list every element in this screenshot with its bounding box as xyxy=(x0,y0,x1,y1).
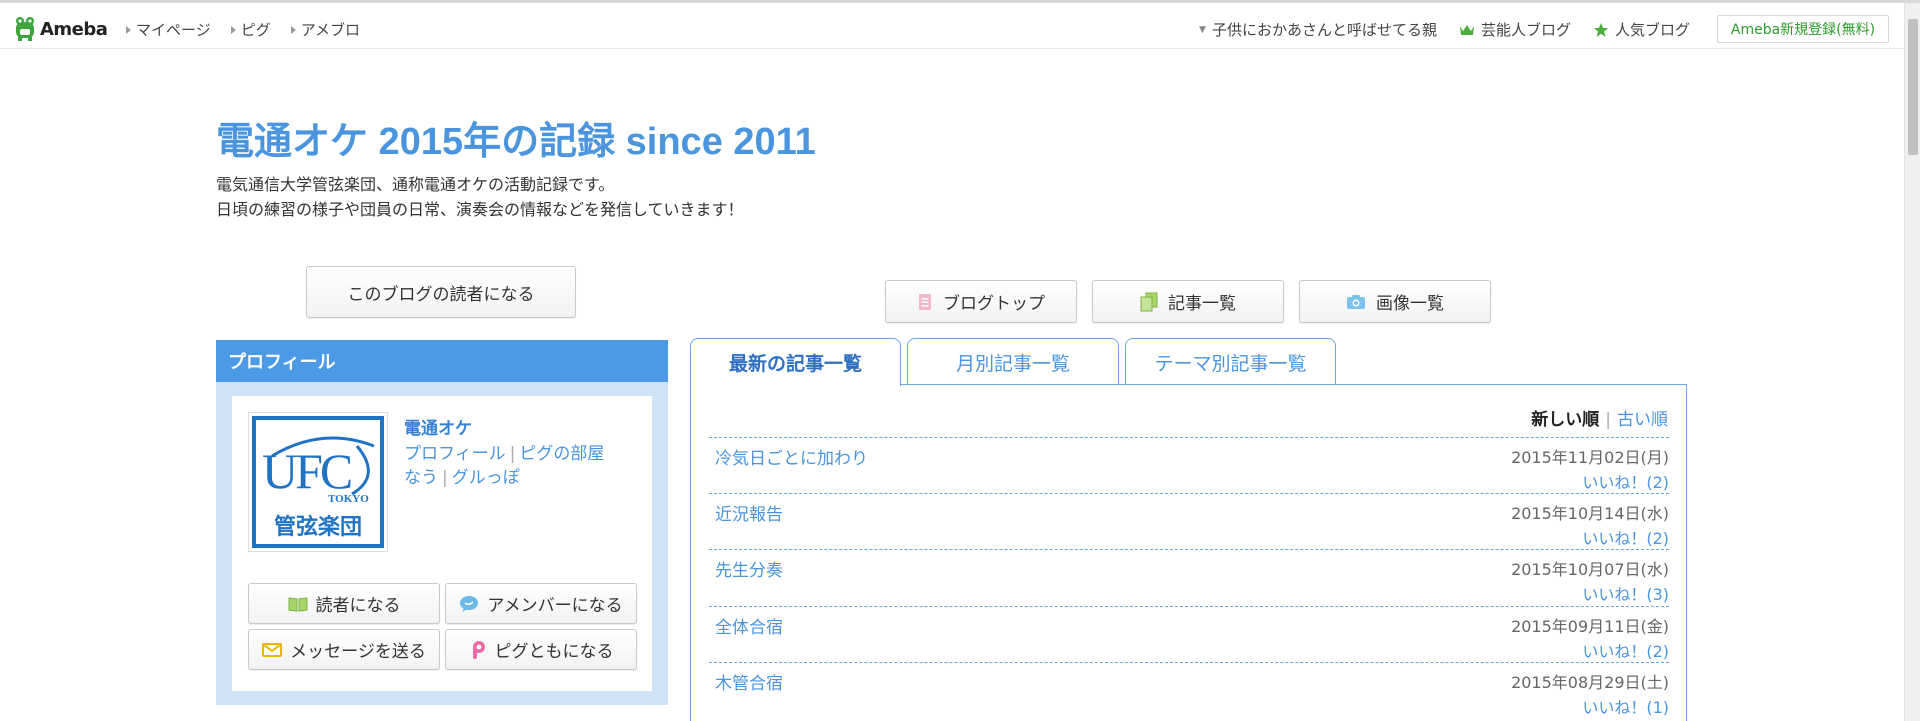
sort-newest[interactable]: 新しい順 xyxy=(1531,410,1599,430)
scrollbar-thumb[interactable] xyxy=(1908,19,1918,155)
crown-icon xyxy=(1459,24,1474,35)
nav-pigg-label: ピグ xyxy=(240,21,271,39)
become-amember-label: アメンバーになる xyxy=(487,596,623,616)
blog-description: 電気通信大学管弦楽団、通称電通オケの活動記録です。 日頃の練習の様子や団員の日常… xyxy=(216,172,744,222)
book-icon xyxy=(288,596,307,612)
avatar-image: UFC TOKYO 管弦楽団 xyxy=(252,416,384,548)
entry-like-count[interactable]: いいね！(1) xyxy=(1582,694,1669,718)
article-list-label: 記事一覧 xyxy=(1168,294,1236,314)
entry-like-count[interactable]: いいね！(2) xyxy=(1582,469,1669,493)
entry-date: 2015年10月07日(水) xyxy=(1511,560,1669,579)
entry-like-count[interactable]: いいね！(3) xyxy=(1582,581,1669,605)
triangle-icon xyxy=(230,25,236,34)
entry-title[interactable]: 全体合宿 xyxy=(715,613,783,638)
tab-theme-articles[interactable]: テーマ別記事一覧 xyxy=(1125,338,1336,385)
nav-ameblo[interactable]: アメブロ xyxy=(290,19,360,40)
link-pigg-room[interactable]: ピグの部屋 xyxy=(519,444,604,464)
dropdown-arrow-icon: ▼ xyxy=(1199,24,1206,35)
avatar-text-tokyo: TOKYO xyxy=(328,493,369,505)
page-scrollbar[interactable] xyxy=(1904,3,1920,721)
profile-heading: プロフィール xyxy=(216,340,668,382)
article-list: 新しい順 | 古い順 冷気日ごとに加わり 2015年11月02日(月) いいね！(2… xyxy=(690,384,1687,721)
entry-like-count[interactable]: いいね！(2) xyxy=(1582,525,1669,549)
global-header: Ameba マイページ ピグ アメブロ ▼ 子供におかあさんと呼ばせてる親 芸能… xyxy=(0,0,1920,49)
nav-celebrity-blog[interactable]: 芸能人ブログ xyxy=(1459,19,1571,40)
send-message-button[interactable]: メッセージを送る xyxy=(248,629,440,670)
ameba-frog-icon xyxy=(16,17,34,41)
nav-popular-label: 人気ブログ xyxy=(1614,21,1690,39)
nav-dropdown[interactable]: ▼ 子供におかあさんと呼ばせてる親 xyxy=(1199,19,1437,40)
list-item: 先生分奏 2015年10月07日(水) いいね！(3) xyxy=(709,549,1669,606)
sort-oldest[interactable]: 古い順 xyxy=(1617,410,1668,430)
entry-date: 2015年09月11日(金) xyxy=(1511,617,1669,636)
avatar-text-kanji: 管弦楽団 xyxy=(274,515,363,540)
entry-date: 2015年11月02日(月) xyxy=(1511,448,1669,467)
blog-desc-line1: 電気通信大学管弦楽団、通称電通オケの活動記録です。 xyxy=(216,175,615,194)
star-icon xyxy=(1593,22,1608,37)
entry-like-count[interactable]: いいね！(2) xyxy=(1582,638,1669,662)
avatar-text-ufc: UFC xyxy=(262,443,353,499)
blog-desc-line2: 日頃の練習の様子や団員の日常、演奏会の情報などを発信していきます！ xyxy=(216,200,744,219)
profile-panel: プロフィール UFC TOKYO 管弦楽団 電通オケ プロフィール | ピグの部屋 … xyxy=(216,340,668,705)
chat-bubble-icon xyxy=(460,595,479,612)
nav-mypage-label: マイページ xyxy=(136,21,211,39)
nav-dropdown-label: 子供におかあさんと呼ばせてる親 xyxy=(1211,21,1437,39)
sort-order: 新しい順 | 古い順 xyxy=(1531,410,1668,430)
list-item: 冷気日ごとに加わり 2015年11月02日(月) いいね！(2) xyxy=(709,437,1669,494)
entry-date: 2015年08月29日(土) xyxy=(1511,673,1669,692)
nav-mypage[interactable]: マイページ xyxy=(126,19,211,40)
tab-monthly-articles[interactable]: 月別記事一覧 xyxy=(907,338,1119,385)
become-amember-button[interactable]: アメンバーになる xyxy=(445,583,637,624)
article-list-button[interactable]: 記事一覧 xyxy=(1092,280,1284,323)
profile-body: UFC TOKYO 管弦楽団 電通オケ プロフィール | ピグの部屋 なう | グルっぽ… xyxy=(232,396,652,691)
blog-top-label: ブログトップ xyxy=(943,294,1045,314)
global-nav-right: ▼ 子供におかあさんと呼ばせてる親 芸能人ブログ 人気ブログ xyxy=(1199,19,1690,40)
pigg-friend-label: ピグともになる xyxy=(494,642,614,662)
entry-title[interactable]: 近況報告 xyxy=(715,500,783,525)
pigg-icon xyxy=(472,640,485,659)
become-reader-label: 読者になる xyxy=(315,596,401,616)
profile-links: プロフィール | ピグの部屋 なう | グルっぽ xyxy=(404,444,605,488)
register-button[interactable]: Ameba新規登録(無料) xyxy=(1717,15,1889,43)
pigg-friend-button[interactable]: ピグともになる xyxy=(445,629,637,670)
link-gurupo[interactable]: グルっぽ xyxy=(452,468,520,488)
triangle-icon xyxy=(126,25,131,34)
entry-title[interactable]: 先生分奏 xyxy=(715,556,783,581)
become-reader-button[interactable]: 読者になる xyxy=(248,583,440,624)
triangle-icon xyxy=(290,25,296,34)
blog-top-button[interactable]: ブログトップ xyxy=(885,280,1077,323)
entry-title[interactable]: 木管合宿 xyxy=(715,669,783,694)
nav-ameblo-label: アメブロ xyxy=(300,21,360,39)
send-message-label: メッセージを送る xyxy=(290,642,426,662)
blog-title[interactable]: 電通オケ 2015年の記録 since 2011 xyxy=(216,110,816,165)
list-item: 近況報告 2015年10月14日(水) いいね！(2) xyxy=(709,493,1669,550)
subscribe-button-label: このブログの読者になる xyxy=(347,284,535,305)
ameba-logo[interactable]: Ameba xyxy=(14,15,108,43)
subscribe-button[interactable]: このブログの読者になる xyxy=(306,266,576,318)
nav-pigg[interactable]: ピグ xyxy=(230,19,271,40)
entry-title[interactable]: 冷気日ごとに加わり xyxy=(715,444,868,469)
logo-text: Ameba xyxy=(40,18,108,40)
nav-celebrity-label: 芸能人ブログ xyxy=(1480,21,1571,39)
link-nau[interactable]: なう xyxy=(404,468,438,488)
documents-icon xyxy=(1140,292,1158,311)
link-profile[interactable]: プロフィール xyxy=(404,444,506,464)
camera-icon xyxy=(1347,294,1365,309)
list-item: 木管合宿 2015年08月29日(土) いいね！(1) xyxy=(709,662,1669,719)
profile-name[interactable]: 電通オケ xyxy=(404,414,472,439)
page-icon xyxy=(919,293,931,310)
envelope-icon xyxy=(262,642,283,657)
entry-date: 2015年10月14日(水) xyxy=(1511,504,1669,523)
list-item: 全体合宿 2015年09月11日(金) いいね！(2) xyxy=(709,606,1669,663)
image-list-label: 画像一覧 xyxy=(1376,294,1444,314)
global-nav-left: マイページ ピグ アメブロ xyxy=(126,19,360,40)
avatar[interactable]: UFC TOKYO 管弦楽団 xyxy=(248,412,388,552)
image-list-button[interactable]: 画像一覧 xyxy=(1299,280,1491,323)
nav-popular-blog[interactable]: 人気ブログ xyxy=(1593,19,1690,40)
tab-latest-articles[interactable]: 最新の記事一覧 xyxy=(690,338,901,386)
